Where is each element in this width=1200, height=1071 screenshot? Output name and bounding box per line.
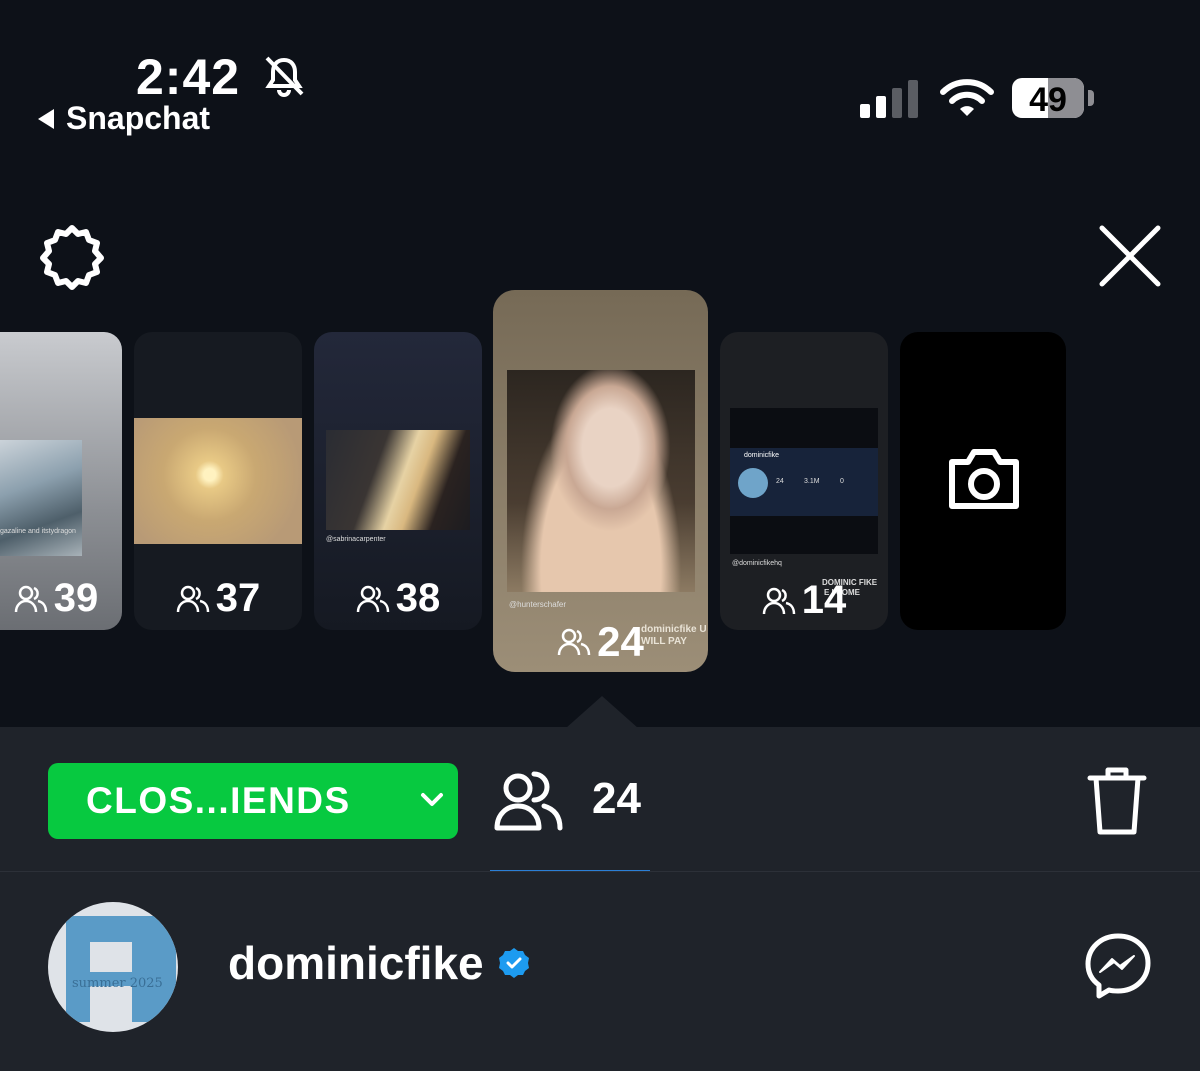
viewers-icon <box>356 585 389 612</box>
battery-cap <box>1088 90 1094 106</box>
story-thumbnail <box>0 440 82 556</box>
story-caption: @dominicfikehq <box>732 560 782 567</box>
battery-indicator: 49 <box>1012 78 1084 118</box>
back-app-label: Snapchat <box>66 100 211 136</box>
verified-badge-icon <box>498 948 529 978</box>
screenshot-stat-followers: 3.1M <box>804 478 820 485</box>
avatar[interactable]: summer 2025 <box>48 902 178 1032</box>
viewers-icon[interactable] <box>494 768 564 832</box>
screenshot-stat-following: 0 <box>840 478 844 485</box>
viewer-count[interactable]: 24 <box>592 774 641 824</box>
story-card-3[interactable]: @sabrinacarpenter 38 <box>314 332 482 630</box>
viewers-icon <box>176 585 209 612</box>
story-card-selected[interactable]: @hunterschafer dominicfike U WILL PAY 24 <box>493 290 708 672</box>
story-view-count: 37 <box>134 576 302 621</box>
camera-icon <box>949 449 1019 509</box>
story-view-count: 24 <box>493 618 708 666</box>
story-views: 39 <box>53 576 99 620</box>
screenshot-avatar <box>738 468 768 498</box>
avatar-text: summer 2025 <box>72 976 163 991</box>
story-thumbnail <box>326 430 470 530</box>
screenshot-profile-name: dominicfike <box>744 452 780 459</box>
screenshot-stat-posts: 24 <box>776 478 784 485</box>
viewers-icon <box>14 585 47 612</box>
bell-slash-icon <box>265 56 304 97</box>
story-views: 37 <box>215 576 261 620</box>
story-thumbnail: dominicfike 24 3.1M 0 <box>730 408 878 554</box>
story-view-count: 39 <box>0 576 122 621</box>
wifi-icon <box>940 79 994 116</box>
add-story-camera-card[interactable] <box>900 332 1066 630</box>
story-caption: @hunterschafer <box>509 600 567 609</box>
divider <box>0 871 1200 872</box>
battery-level: 49 <box>1029 81 1067 118</box>
story-views: 24 <box>597 618 644 665</box>
selection-pointer <box>566 696 638 728</box>
username-label: dominicfike <box>228 937 484 989</box>
story-view-count: 14 <box>720 578 888 623</box>
story-thumbnail <box>507 370 695 592</box>
story-card-5[interactable]: dominicfike 24 3.1M 0 @dominicfikehq DOM… <box>720 332 888 630</box>
trash-icon[interactable] <box>1086 764 1148 836</box>
story-card-1[interactable]: gazaline and itstydragon 39 <box>0 332 122 630</box>
status-time: 2:42 <box>136 49 241 105</box>
audience-label: CLOS...IENDS <box>86 780 351 821</box>
messenger-icon[interactable] <box>1084 932 1152 1000</box>
story-caption: @sabrinacarpenter <box>326 536 386 543</box>
story-card-2[interactable]: 37 <box>134 332 302 630</box>
viewers-icon <box>557 628 591 656</box>
close-icon[interactable] <box>1098 224 1162 288</box>
profile-username[interactable]: dominicfike <box>228 936 530 990</box>
gear-icon[interactable] <box>38 224 106 292</box>
story-views: 14 <box>801 578 847 622</box>
back-to-app-link[interactable]: Snapchat <box>38 100 210 137</box>
story-thumbnail <box>134 418 302 544</box>
story-view-count: 38 <box>314 576 482 621</box>
chevron-down-icon <box>421 793 443 806</box>
profile-screenshot-panel: dominicfike 24 3.1M 0 <box>730 448 878 516</box>
audience-dropdown[interactable]: CLOS...IENDS <box>48 763 458 839</box>
back-arrow-icon <box>38 108 54 129</box>
viewers-icon <box>762 587 795 614</box>
cellular-signal-icon <box>860 80 918 118</box>
story-views: 38 <box>395 576 441 620</box>
story-caption: gazaline and itstydragon <box>0 528 76 535</box>
